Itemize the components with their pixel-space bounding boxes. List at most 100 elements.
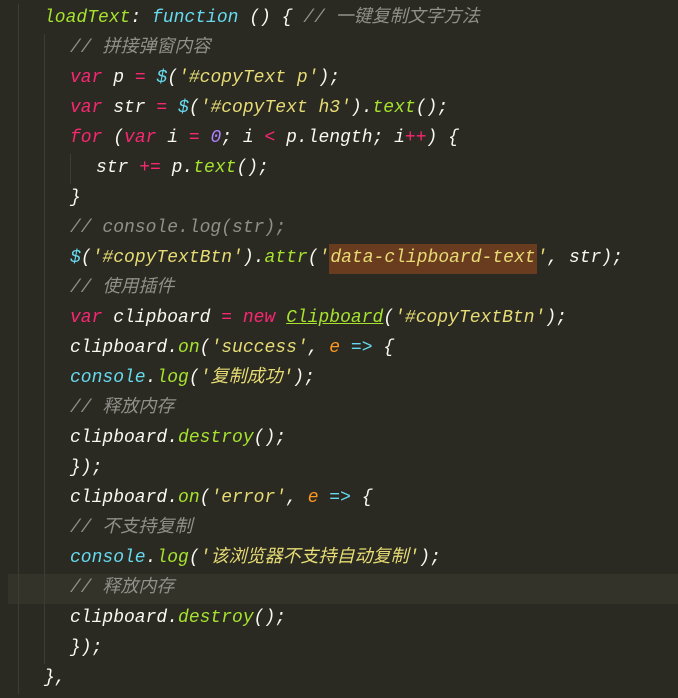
code-line[interactable]: str += p.text(); xyxy=(8,154,678,184)
code-line[interactable]: clipboard.on('error', e => { xyxy=(8,484,678,514)
token: '该浏览器不支持自动复制' xyxy=(200,544,420,574)
token: $ xyxy=(70,244,81,274)
token: , xyxy=(286,484,308,514)
code-line[interactable]: var clipboard = new Clipboard('#copyText… xyxy=(8,304,678,334)
token: var xyxy=(70,304,102,334)
code-line[interactable]: // 不支持复制 xyxy=(8,514,678,544)
token: : xyxy=(130,4,152,34)
token: => xyxy=(319,484,362,514)
token: ( xyxy=(383,304,394,334)
token: attr xyxy=(264,244,307,274)
token: ( xyxy=(189,364,200,394)
token: ( xyxy=(167,64,178,94)
token: console xyxy=(70,544,146,574)
token: { xyxy=(362,484,373,514)
token: => xyxy=(340,334,383,364)
token: , xyxy=(308,334,330,364)
code-line[interactable]: // 使用插件 xyxy=(8,274,678,304)
token: on xyxy=(178,484,200,514)
token: i xyxy=(156,124,188,154)
token: destroy xyxy=(178,604,254,634)
token: ' xyxy=(537,244,548,274)
token: ( xyxy=(189,94,200,124)
token: clipboard. xyxy=(70,424,178,454)
code-line[interactable]: loadText: function () { // 一键复制文字方法 xyxy=(8,4,678,34)
token: var xyxy=(70,94,102,124)
token: ( xyxy=(308,244,319,274)
code-line[interactable]: clipboard.on('success', e => { xyxy=(8,334,678,364)
token: clipboard. xyxy=(70,334,178,364)
token: p.length; i xyxy=(275,124,405,154)
code-line[interactable]: // console.log(str); xyxy=(8,214,678,244)
token: }, xyxy=(44,664,66,694)
token: ( xyxy=(200,334,211,364)
code-line[interactable]: // 拼接弹窗内容 xyxy=(8,34,678,64)
token: = xyxy=(156,94,167,124)
comment: // 拼接弹窗内容 xyxy=(70,34,210,64)
token: '#copyText p' xyxy=(178,64,318,94)
token: ( xyxy=(102,124,124,154)
token: += xyxy=(139,154,161,184)
token: on xyxy=(178,334,200,364)
token: function xyxy=(152,4,238,34)
token: $ xyxy=(146,64,168,94)
comment: // 释放内存 xyxy=(70,394,174,424)
code-line[interactable]: }, xyxy=(8,664,678,694)
token: for xyxy=(70,124,102,154)
comment: // console.log(str); xyxy=(70,214,286,244)
code-line[interactable]: }); xyxy=(8,634,678,664)
token: ) { xyxy=(427,124,459,154)
token: ( xyxy=(200,484,211,514)
code-line[interactable]: clipboard.destroy(); xyxy=(8,604,678,634)
code-line[interactable]: for (var i = 0; i < p.length; i++) { xyxy=(8,124,678,154)
token: $ xyxy=(167,94,189,124)
code-line-active[interactable]: // 释放内存 xyxy=(8,574,678,604)
token: }); xyxy=(70,634,102,664)
token: e xyxy=(329,334,340,364)
code-line[interactable]: console.log('该浏览器不支持自动复制'); xyxy=(8,544,678,574)
token: str xyxy=(96,154,139,184)
token: log xyxy=(156,364,188,394)
token: ). xyxy=(243,244,265,274)
comment: // 一键复制文字方法 xyxy=(292,4,479,34)
token: new xyxy=(232,304,275,334)
code-line[interactable]: } xyxy=(8,184,678,214)
code-line[interactable]: var str = $('#copyText h3').text(); xyxy=(8,94,678,124)
token: p xyxy=(102,64,134,94)
token: } xyxy=(70,184,81,214)
code-line[interactable]: $('#copyTextBtn').attr('data-clipboard-t… xyxy=(8,244,678,274)
token: 0 xyxy=(200,124,222,154)
token: = xyxy=(221,304,232,334)
token: . xyxy=(146,364,157,394)
token: (); xyxy=(254,604,286,634)
token: (); xyxy=(254,424,286,454)
token: ' xyxy=(319,244,330,274)
token: ); xyxy=(419,544,441,574)
token: destroy xyxy=(178,424,254,454)
token xyxy=(275,304,286,334)
token: ++ xyxy=(405,124,427,154)
token: '#copyTextBtn' xyxy=(394,304,545,334)
token: , str); xyxy=(547,244,623,274)
token: loadText xyxy=(44,4,130,34)
token: var xyxy=(124,124,156,154)
token: ( xyxy=(81,244,92,274)
token: '#copyText h3' xyxy=(200,94,351,124)
token: clipboard. xyxy=(70,484,178,514)
token: (); xyxy=(236,154,268,184)
token: str xyxy=(102,94,156,124)
comment: // 使用插件 xyxy=(70,274,174,304)
token: ( xyxy=(189,544,200,574)
code-line[interactable]: console.log('复制成功'); xyxy=(8,364,678,394)
code-editor[interactable]: loadText: function () { // 一键复制文字方法 // 拼… xyxy=(0,0,678,698)
token: () { xyxy=(238,4,292,34)
code-line[interactable]: // 释放内存 xyxy=(8,394,678,424)
token: ); xyxy=(293,364,315,394)
code-line[interactable]: var p = $('#copyText p'); xyxy=(8,64,678,94)
comment: // 不支持复制 xyxy=(70,514,192,544)
comment: // 释放内存 xyxy=(70,574,174,604)
code-line[interactable]: }); xyxy=(8,454,678,484)
token: . xyxy=(146,544,157,574)
code-line[interactable]: clipboard.destroy(); xyxy=(8,424,678,454)
token: < xyxy=(264,124,275,154)
